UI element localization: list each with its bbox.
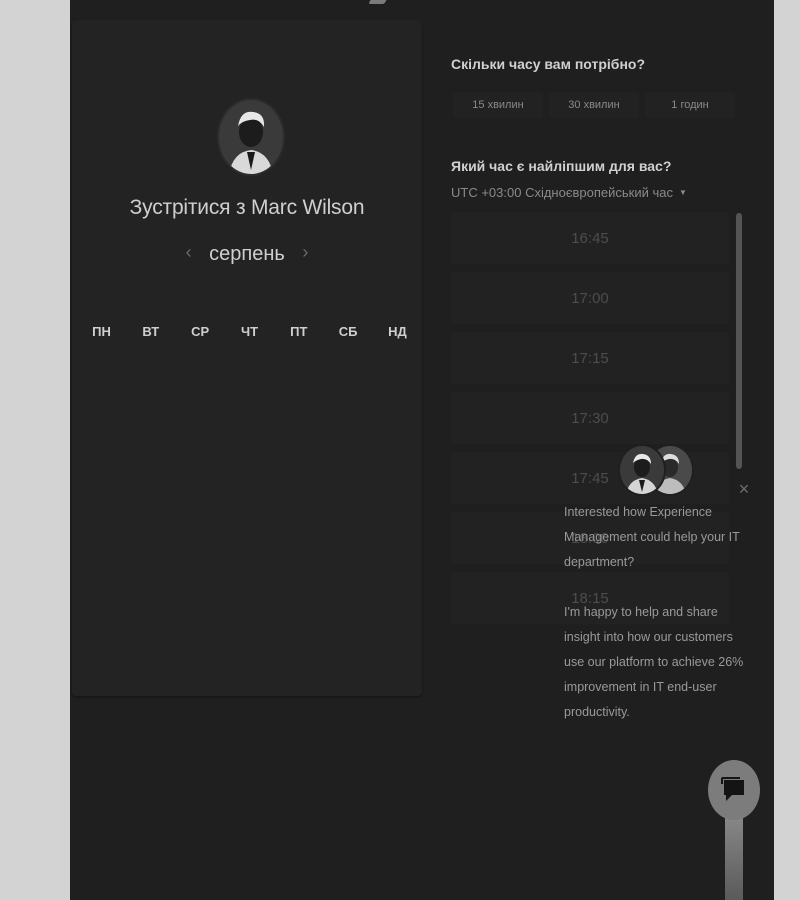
time-slot-scrollbar[interactable] bbox=[736, 213, 742, 469]
weekday-label: ЧТ bbox=[240, 324, 259, 339]
duration-options: 15 хвилин 30 хвилин 1 годин bbox=[453, 92, 741, 118]
close-icon[interactable]: × bbox=[737, 480, 751, 498]
duration-option-15[interactable]: 15 хвилин bbox=[453, 92, 543, 118]
time-slot[interactable]: 17:30 bbox=[451, 392, 729, 444]
duration-question: Скільки часу вам потрібно? bbox=[451, 56, 646, 72]
timezone-label: UTC +03:00 Східноєвропейський час bbox=[451, 185, 673, 200]
chat-bubble-icon bbox=[721, 777, 744, 801]
weekday-label: НД bbox=[388, 324, 407, 339]
weekday-label: СБ bbox=[338, 324, 358, 339]
scheduler-page: Зустрітися з Marc Wilson ‹ серпень › ПН … bbox=[70, 0, 774, 900]
time-slot[interactable]: 17:15 bbox=[451, 332, 729, 384]
weekday-label: ВТ bbox=[142, 324, 160, 339]
weekday-label: СР bbox=[191, 324, 210, 339]
duration-option-30[interactable]: 30 хвилин bbox=[549, 92, 639, 118]
weekday-label: ПН bbox=[92, 324, 111, 339]
chat-agent-avatar bbox=[618, 444, 666, 496]
top-pointer-icon bbox=[368, 0, 392, 4]
chat-message-paragraph: Interested how Experience Management cou… bbox=[564, 505, 740, 569]
weekday-header: ПН ВТ СР ЧТ ПТ СБ НД bbox=[77, 324, 422, 339]
month-navigation: ‹ серпень › bbox=[72, 242, 422, 266]
chevron-left-icon[interactable]: ‹ bbox=[186, 242, 192, 263]
chat-launcher-button[interactable] bbox=[708, 760, 760, 820]
organizer-avatar bbox=[217, 98, 285, 176]
chevron-right-icon[interactable]: › bbox=[302, 242, 308, 263]
time-slot[interactable]: 17:00 bbox=[451, 272, 729, 324]
chat-agent-avatars bbox=[618, 444, 698, 496]
chat-launcher-shadow bbox=[725, 812, 743, 900]
page-scrollbar-track[interactable] bbox=[774, 0, 800, 900]
caret-down-icon: ▼ bbox=[678, 188, 687, 197]
time-question: Який час є найліпшим для вас? bbox=[451, 158, 672, 174]
calendar-card: Зустрітися з Marc Wilson ‹ серпень › ПН … bbox=[72, 20, 422, 696]
weekday-label: ПТ bbox=[290, 324, 308, 339]
chat-message: Interested how Experience Management cou… bbox=[564, 500, 754, 725]
month-label: серпень bbox=[209, 243, 285, 265]
time-slot[interactable]: 16:45 bbox=[451, 212, 729, 264]
chat-message-paragraph: I'm happy to help and share insight into… bbox=[564, 605, 744, 719]
organizer-title: Зустрітися з Marc Wilson bbox=[129, 196, 365, 219]
duration-option-60[interactable]: 1 годин bbox=[645, 92, 735, 118]
timezone-selector[interactable]: UTC +03:00 Східноєвропейський час ▼ bbox=[451, 185, 687, 200]
